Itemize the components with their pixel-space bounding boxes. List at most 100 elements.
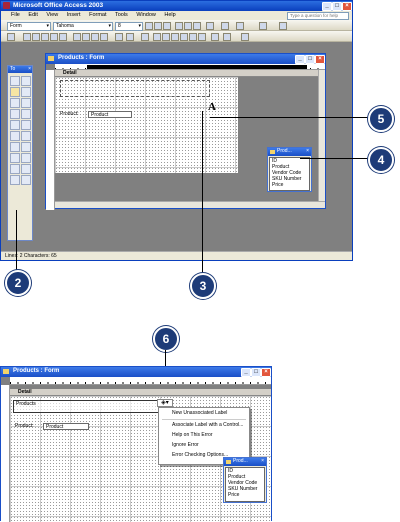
form-2-close-button[interactable]: × [261, 368, 271, 377]
error-smart-tag[interactable]: ◈▾ [157, 399, 173, 407]
font-color-icon[interactable] [221, 22, 229, 30]
help-search-input[interactable]: Type a question for help [287, 12, 349, 20]
option-group-icon[interactable] [10, 98, 20, 108]
maximize-button[interactable]: □ [332, 2, 342, 11]
vertical-ruler-2 [1, 385, 10, 522]
help-icon[interactable] [241, 33, 249, 41]
underline-icon[interactable] [163, 22, 171, 30]
cut-icon[interactable] [73, 33, 81, 41]
redo-icon[interactable] [126, 33, 134, 41]
field-list-2-close-icon[interactable]: × [261, 458, 264, 465]
special-effect-icon[interactable] [279, 22, 287, 30]
new-object-icon[interactable] [223, 33, 231, 41]
form-maximize-button[interactable]: □ [305, 55, 315, 64]
subform-icon[interactable] [10, 164, 20, 174]
field-item-price[interactable]: Price [272, 182, 309, 188]
toggle-button-icon[interactable] [21, 98, 31, 108]
check-box-icon[interactable] [21, 109, 31, 119]
detail-section-bar-2[interactable]: Detail [10, 389, 271, 396]
format-painter-icon[interactable] [100, 33, 108, 41]
form-icon [48, 56, 54, 61]
menu-edit[interactable]: Edit [28, 12, 37, 18]
callout-6-badge: 6 [153, 326, 179, 352]
new-label-outline[interactable] [60, 80, 210, 97]
tab-control-icon[interactable] [21, 153, 31, 163]
bold-icon[interactable] [145, 22, 153, 30]
search-icon[interactable] [32, 33, 40, 41]
line-color-icon[interactable] [236, 22, 244, 30]
properties-icon[interactable] [189, 33, 197, 41]
italic-icon[interactable] [154, 22, 162, 30]
form-2-minimize-button[interactable]: _ [241, 368, 251, 377]
menu-associate-label[interactable]: Associate Label with a Control... [159, 420, 249, 430]
fill-color-icon[interactable] [206, 22, 214, 30]
image-tool-icon[interactable] [21, 131, 31, 141]
save-icon[interactable] [23, 33, 31, 41]
line-tool-icon[interactable] [21, 164, 31, 174]
line-width-icon[interactable] [259, 22, 267, 30]
bound-frame-icon[interactable] [21, 142, 31, 152]
form-minimize-button[interactable]: _ [295, 55, 305, 64]
align-center-icon[interactable] [184, 22, 192, 30]
label-tool-icon[interactable] [10, 87, 20, 97]
menu-tools[interactable]: Tools [115, 12, 128, 18]
menu-new-unassociated-label[interactable]: New Unassociated Label [159, 408, 249, 419]
unassociated-label[interactable]: Products [13, 400, 161, 413]
hyperlink-icon[interactable] [141, 33, 149, 41]
form-2-icon [3, 369, 9, 374]
form-2-maximize-button[interactable]: □ [251, 368, 261, 377]
close-button[interactable]: × [342, 2, 352, 11]
unbound-frame-icon[interactable] [10, 142, 20, 152]
menu-insert[interactable]: Insert [67, 12, 81, 18]
menu-help-on-error[interactable]: Help on This Error [159, 430, 249, 440]
field-2-item-price[interactable]: Price [228, 492, 264, 498]
autoformat-icon[interactable] [171, 33, 179, 41]
combo-box-icon[interactable] [10, 120, 20, 130]
field-list-icon[interactable] [153, 33, 161, 41]
menu-view[interactable]: View [46, 12, 58, 18]
paste-icon[interactable] [91, 33, 99, 41]
menu-format[interactable]: Format [89, 12, 106, 18]
font-size-combo[interactable]: 8 [115, 22, 143, 31]
product-field-label[interactable]: Product: [60, 111, 79, 118]
print-preview-icon[interactable] [50, 33, 58, 41]
align-left-icon[interactable] [175, 22, 183, 30]
vertical-scrollbar[interactable] [318, 70, 325, 201]
product-text-box-2[interactable]: Product [43, 423, 89, 430]
menu-ignore-error[interactable]: Ignore Error [159, 440, 249, 450]
horizontal-scrollbar[interactable] [55, 201, 325, 208]
product-field-label-2[interactable]: Product: [15, 423, 34, 430]
select-objects-icon[interactable] [10, 76, 20, 86]
toolbox-close-icon[interactable]: × [28, 66, 31, 73]
spelling-icon[interactable] [59, 33, 67, 41]
rectangle-tool-icon[interactable] [10, 175, 20, 185]
font-combo[interactable]: Tahoma [53, 22, 113, 31]
option-button-icon[interactable] [10, 109, 20, 119]
list-box-icon[interactable] [21, 120, 31, 130]
callout-3-badge: 3 [190, 273, 216, 299]
command-button-icon[interactable] [10, 131, 20, 141]
form-close-button[interactable]: × [315, 55, 325, 64]
code-icon[interactable] [180, 33, 188, 41]
copy-icon[interactable] [82, 33, 90, 41]
view-icon[interactable] [7, 33, 15, 41]
menu-file[interactable]: File [11, 12, 20, 18]
text-box-tool-icon[interactable] [21, 87, 31, 97]
build-icon[interactable] [198, 33, 206, 41]
undo-icon[interactable] [115, 33, 123, 41]
database-window-icon[interactable] [211, 33, 219, 41]
print-icon[interactable] [41, 33, 49, 41]
object-combo[interactable]: Form [7, 22, 51, 31]
toolbox-icon[interactable] [162, 33, 170, 41]
align-right-icon[interactable] [193, 22, 201, 30]
product-text-box[interactable]: Product [88, 111, 132, 118]
detail-section-bar[interactable]: Detail [55, 70, 325, 77]
more-controls-icon[interactable] [21, 175, 31, 185]
menu-help[interactable]: Help [164, 12, 175, 18]
page-break-icon[interactable] [10, 153, 20, 163]
minimize-button[interactable]: _ [322, 2, 332, 11]
control-wizards-icon[interactable] [21, 76, 31, 86]
callout-4-line [300, 158, 368, 159]
field-list-close-icon[interactable]: × [306, 148, 309, 155]
menu-window[interactable]: Window [136, 12, 156, 18]
